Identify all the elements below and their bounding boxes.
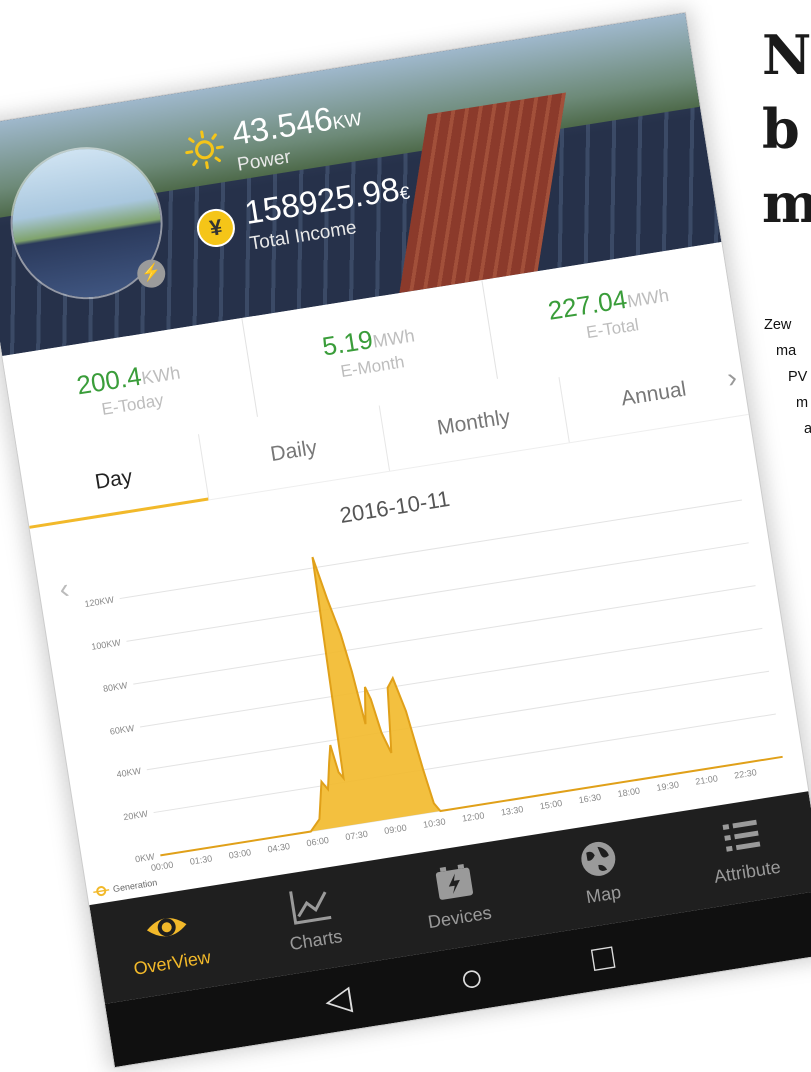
yen-icon: ¥: [194, 206, 238, 250]
article-body: Zew ma PV m a c: [764, 312, 811, 468]
x-tick-label: 03:00: [228, 847, 252, 860]
tablet-screen: ⚡ 43.546KW Power ¥ 158925.98€ Total Inco…: [0, 12, 811, 1068]
x-tick-label: 07:30: [345, 829, 369, 842]
legend-label: Generation: [112, 877, 158, 894]
article-body-line: m: [796, 395, 809, 411]
stat-unit: KWh: [140, 362, 182, 389]
home-icon[interactable]: ○: [456, 954, 487, 1002]
x-tick-label: 15:00: [539, 798, 563, 811]
x-tick-label: 18:00: [617, 786, 641, 799]
x-tick-label: 21:00: [695, 773, 719, 786]
back-icon[interactable]: ◁: [322, 978, 354, 1022]
x-tick-label: 09:00: [384, 823, 408, 836]
list-icon: [722, 819, 761, 852]
gridline: [153, 713, 776, 814]
x-tick-label: 01:30: [189, 853, 213, 866]
article-body-line: PV: [788, 369, 808, 385]
x-tick-label: 13:30: [500, 804, 524, 817]
y-tick-label: 20KW: [123, 808, 149, 822]
nav-label: Map: [584, 881, 623, 908]
article-body-line: ma: [776, 343, 797, 359]
battery-icon: [435, 864, 473, 900]
article-body-line: a: [804, 421, 811, 437]
line-chart-icon: [289, 891, 332, 925]
income-unit: €: [398, 182, 412, 204]
article-title: N b m: [762, 18, 811, 240]
y-tick-label: 80KW: [102, 680, 128, 694]
nav-label: Charts: [288, 926, 344, 955]
stat-unit: MWh: [371, 325, 417, 352]
x-tick-label: 04:30: [267, 841, 291, 854]
power-unit: KW: [331, 108, 364, 134]
x-tick-label: 22:30: [734, 767, 758, 780]
x-tick-label: 00:00: [150, 860, 174, 873]
gridline: [126, 542, 749, 642]
article-title-line: N: [762, 23, 811, 87]
nav-label: Attribute: [712, 856, 783, 887]
globe-icon: [580, 841, 615, 876]
stat-value: 5.19: [320, 324, 375, 362]
x-tick-label: 10:30: [422, 816, 446, 829]
y-tick-label: 100KW: [91, 637, 122, 652]
recent-apps-icon[interactable]: □: [589, 935, 617, 980]
x-tick-label: 16:30: [578, 792, 602, 805]
x-tick-label: 12:00: [461, 810, 485, 823]
y-tick-label: 40KW: [116, 766, 142, 780]
article-body-line: Zew: [764, 317, 792, 333]
sun-icon: [185, 130, 224, 170]
x-tick-label: 06:00: [306, 835, 330, 848]
article-title-line: m: [762, 171, 811, 235]
gridline: [146, 670, 770, 771]
article-body-line: c: [764, 442, 811, 468]
y-tick-label: 120KW: [84, 594, 115, 609]
legend-line: [93, 889, 110, 894]
x-tick-label: 19:30: [656, 779, 680, 792]
nav-label: OverView: [132, 946, 213, 979]
gridline: [133, 585, 756, 685]
article-title-line: b: [762, 97, 800, 161]
eye-icon: [146, 918, 187, 937]
stat-unit: MWh: [625, 285, 671, 312]
nav-label: Devices: [426, 902, 493, 933]
income-readout: 158925.98€ Total Income: [242, 168, 416, 255]
gridline: [139, 627, 763, 728]
y-tick-label: 60KW: [109, 723, 135, 737]
